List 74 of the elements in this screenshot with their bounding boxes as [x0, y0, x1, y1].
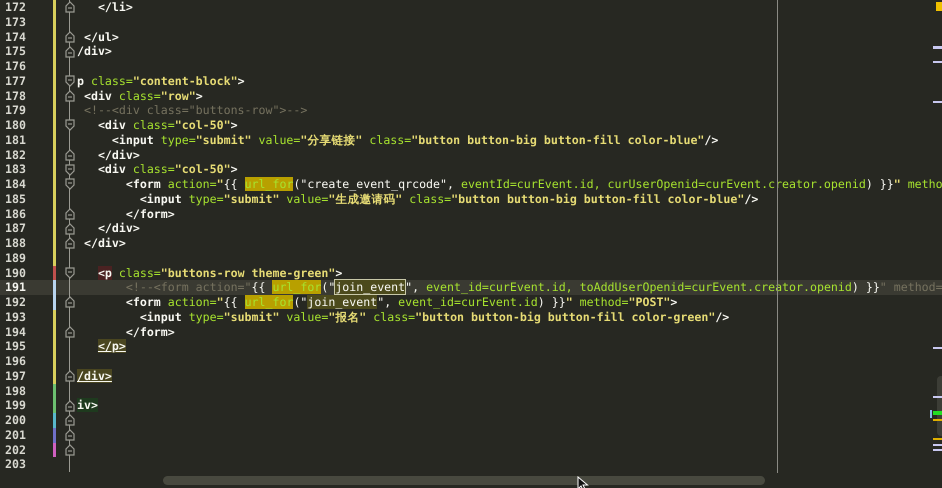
code-line: p class="content-block"> — [77, 74, 245, 88]
line-number: 198 — [4, 384, 27, 398]
code-line: <div class="col-50"> — [98, 118, 238, 133]
mouse-pointer-icon — [577, 476, 589, 488]
line-number: 172 — [4, 0, 27, 15]
line-number: 179 — [4, 103, 27, 118]
line-number: 191 — [4, 280, 27, 295]
code-line: /div> — [77, 44, 112, 59]
fold-icon[interactable] — [65, 266, 75, 279]
line-number: 203 — [4, 457, 27, 472]
line-number: 196 — [4, 354, 27, 369]
fold-icon[interactable] — [65, 414, 75, 426]
line-number: 192 — [4, 295, 27, 310]
code-line: </form> — [126, 206, 175, 222]
line-number: 182 — [4, 148, 27, 162]
code-line: </div> — [98, 221, 140, 236]
fold-icon[interactable] — [65, 296, 75, 308]
line-number: 190 — [4, 266, 27, 280]
line-number: 174 — [4, 30, 27, 44]
code-line: <!--<div class="buttons-row">--> — [84, 103, 308, 118]
fold-icon[interactable] — [65, 119, 75, 132]
code-line: <input type="submit" value="生成邀请码" class="button button-big button-fill color-blue"/> — [140, 192, 758, 206]
fold-icon[interactable] — [65, 178, 75, 190]
line-number: 178 — [4, 88, 27, 104]
line-number: 193 — [4, 310, 27, 324]
code-line: <p class="buttons-row theme-green"> — [98, 266, 342, 280]
line-number: 186 — [4, 206, 27, 222]
code-line: </div> — [98, 148, 140, 162]
line-number: 175 — [4, 44, 27, 59]
line-number: 185 — [4, 192, 27, 206]
code-line: <form action="{{ url_for("join_event", event_id=curEvent.id) }}" method="POST"> — [126, 295, 678, 310]
line-number: 173 — [4, 14, 27, 30]
fold-icon[interactable] — [65, 148, 75, 161]
fold-icon[interactable] — [65, 164, 75, 176]
line-number: 201 — [4, 428, 27, 442]
code-line: </div> — [84, 236, 126, 251]
code-line: </form> — [126, 324, 175, 340]
line-number: 187 — [4, 221, 27, 236]
code-line: </li> — [98, 0, 133, 15]
fold-icon[interactable] — [65, 370, 75, 382]
fold-icon[interactable] — [65, 208, 75, 220]
line-number: 199 — [4, 398, 27, 413]
line-number: 197 — [4, 368, 27, 384]
code-line: <!--<form action="{{ url_for("join_event", event_id=curEvent.id, toAddUserOpenid=curEvent.creator.openid) }}" method= — [126, 280, 942, 295]
code-line: <input type="submit" value="分享链接" class="button button-big button-fill color-blue"/> — [112, 132, 718, 148]
line-number: 189 — [4, 250, 27, 266]
fold-icon[interactable] — [65, 326, 75, 338]
fold-icon[interactable] — [65, 237, 75, 250]
code-line: <div class="col-50"> — [98, 162, 238, 177]
fold-icon[interactable] — [65, 90, 75, 102]
line-number: 184 — [4, 177, 27, 192]
code-line: <input type="submit" value="报名" class="button button-big button-fill color-green"/> — [140, 310, 730, 324]
scrollbar-thumb[interactable] — [163, 476, 765, 485]
line-number: 183 — [4, 162, 27, 177]
line-number: 200 — [4, 413, 27, 428]
code-line: <form action="{{ url_for("create_event_qrcode", eventId=curEvent.id, curUserOpenid=curEvent.creator.openid) }}" metho — [126, 177, 942, 192]
line-number: 177 — [4, 74, 27, 88]
line-number: 180 — [4, 118, 27, 133]
line-number: 202 — [4, 442, 27, 458]
fold-icon[interactable] — [65, 75, 75, 88]
fold-icon[interactable] — [65, 400, 75, 412]
fold-icon[interactable] — [65, 222, 75, 235]
fold-icon[interactable] — [65, 46, 75, 58]
line-number: 194 — [4, 324, 27, 340]
fold-icon[interactable] — [65, 1, 75, 14]
line-number: 195 — [4, 339, 27, 354]
line-number: 176 — [4, 59, 27, 74]
line-number: 188 — [4, 236, 27, 251]
code-line: </ul> — [84, 30, 119, 44]
line-number: 181 — [4, 132, 27, 148]
fold-icon[interactable] — [65, 429, 75, 442]
fold-icon[interactable] — [65, 30, 75, 43]
code-line: <div class="row"> — [84, 88, 203, 104]
fold-icon[interactable] — [65, 444, 75, 456]
